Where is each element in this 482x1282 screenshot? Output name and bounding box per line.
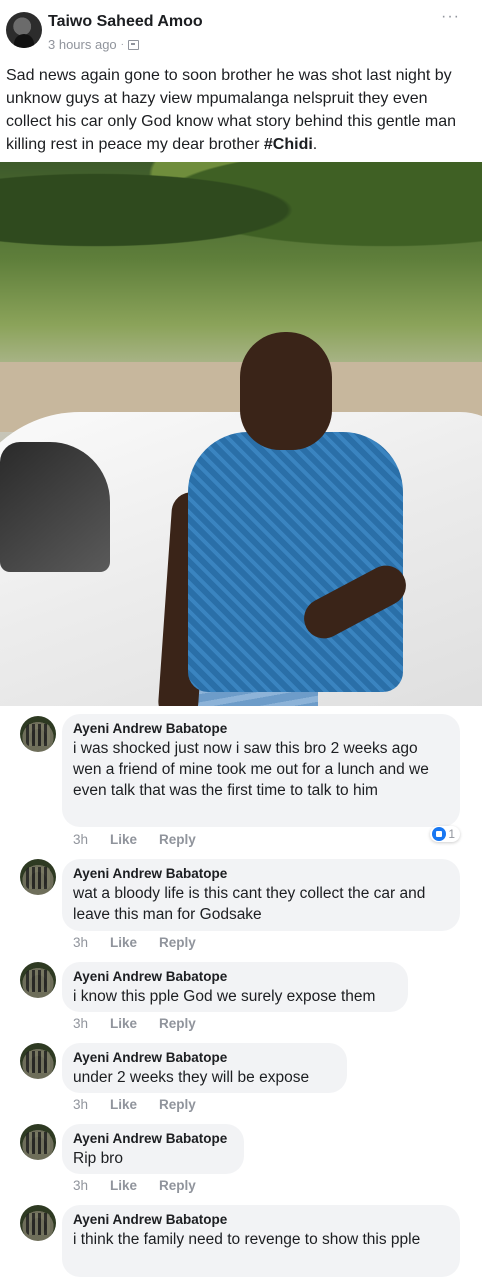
comment-text: i know this pple God we surely expose th…: [73, 988, 376, 1005]
post-body: Sad news again gone to soon brother he w…: [6, 67, 457, 153]
more-options-icon[interactable]: ···: [441, 8, 460, 26]
commenter-name[interactable]: Ayeni Andrew Babatope: [73, 1049, 335, 1067]
comment-actions: 3h Like Reply: [73, 1097, 196, 1112]
comment-text: under 2 weeks they will be expose: [73, 1069, 310, 1086]
comment-actions: 3h Like Reply: [73, 832, 196, 847]
comment-time: 3h: [73, 1178, 89, 1193]
post-photo[interactable]: [0, 162, 482, 706]
post-header: Taiwo Saheed Amoo 3 hours ago · ···: [0, 0, 482, 60]
like-button[interactable]: Like: [110, 1097, 137, 1112]
author-avatar[interactable]: [6, 12, 42, 48]
like-button[interactable]: Like: [110, 935, 137, 950]
commenter-name[interactable]: Ayeni Andrew Babatope: [73, 720, 448, 738]
reply-button[interactable]: Reply: [159, 832, 196, 847]
comment-text: i was shocked just now i saw this bro 2 …: [73, 740, 429, 799]
comment-time: 3h: [73, 1097, 89, 1112]
reply-button[interactable]: Reply: [159, 1016, 196, 1031]
meta-separator: ·: [120, 39, 125, 50]
photo-person-head: [240, 332, 332, 450]
post-text-end: .: [312, 136, 318, 153]
like-button[interactable]: Like: [110, 1178, 137, 1193]
hashtag-link[interactable]: #Chidi: [264, 136, 313, 153]
photo-car-window: [0, 442, 110, 572]
commenter-name[interactable]: Ayeni Andrew Babatope: [73, 1211, 448, 1229]
commenter-avatar[interactable]: [20, 1043, 56, 1079]
post-text: Sad news again gone to soon brother he w…: [6, 64, 476, 156]
comment-bubble: Ayeni Andrew Babatope Rip bro: [62, 1124, 244, 1174]
commenter-name[interactable]: Ayeni Andrew Babatope: [73, 968, 396, 986]
commenter-avatar[interactable]: [20, 962, 56, 998]
post-author-name[interactable]: Taiwo Saheed Amoo: [48, 13, 203, 31]
commenter-name[interactable]: Ayeni Andrew Babatope: [73, 865, 448, 883]
comment-actions: 3h Like Reply: [73, 1016, 196, 1031]
comment-time: 3h: [73, 832, 89, 847]
comment-bubble: Ayeni Andrew Babatope i think the family…: [62, 1205, 460, 1277]
photo-person-shirt: [188, 432, 403, 692]
comment-text: i think the family need to revenge to sh…: [73, 1231, 421, 1248]
comment-time: 3h: [73, 935, 89, 950]
reply-button[interactable]: Reply: [159, 935, 196, 950]
post-timestamp[interactable]: 3 hours ago: [48, 37, 117, 52]
reply-button[interactable]: Reply: [159, 1178, 196, 1193]
comment-text: Rip bro: [73, 1150, 123, 1167]
commenter-avatar[interactable]: [20, 1124, 56, 1160]
comment-bubble: Ayeni Andrew Babatope under 2 weeks they…: [62, 1043, 347, 1093]
commenter-avatar[interactable]: [20, 859, 56, 895]
comment-bubble: Ayeni Andrew Babatope i was shocked just…: [62, 714, 460, 827]
commenter-name[interactable]: Ayeni Andrew Babatope: [73, 1130, 232, 1148]
comment-bubble: Ayeni Andrew Babatope i know this pple G…: [62, 962, 408, 1012]
reaction-count[interactable]: 1: [430, 826, 460, 842]
comment-text: wat a bloody life is this cant they coll…: [73, 885, 426, 923]
comment-time: 3h: [73, 1016, 89, 1031]
globe-icon: [128, 39, 140, 50]
photo-trees: [0, 162, 482, 282]
like-button[interactable]: Like: [110, 832, 137, 847]
commenter-avatar[interactable]: [20, 1205, 56, 1241]
comment-actions: 3h Like Reply: [73, 935, 196, 950]
comment-actions: 3h Like Reply: [73, 1178, 196, 1193]
comment-bubble: Ayeni Andrew Babatope wat a bloody life …: [62, 859, 460, 931]
commenter-avatar[interactable]: [20, 716, 56, 752]
like-reaction-icon: [432, 827, 447, 841]
reaction-number: 1: [448, 827, 455, 841]
reply-button[interactable]: Reply: [159, 1097, 196, 1112]
post-meta: 3 hours ago ·: [48, 37, 140, 52]
like-button[interactable]: Like: [110, 1016, 137, 1031]
